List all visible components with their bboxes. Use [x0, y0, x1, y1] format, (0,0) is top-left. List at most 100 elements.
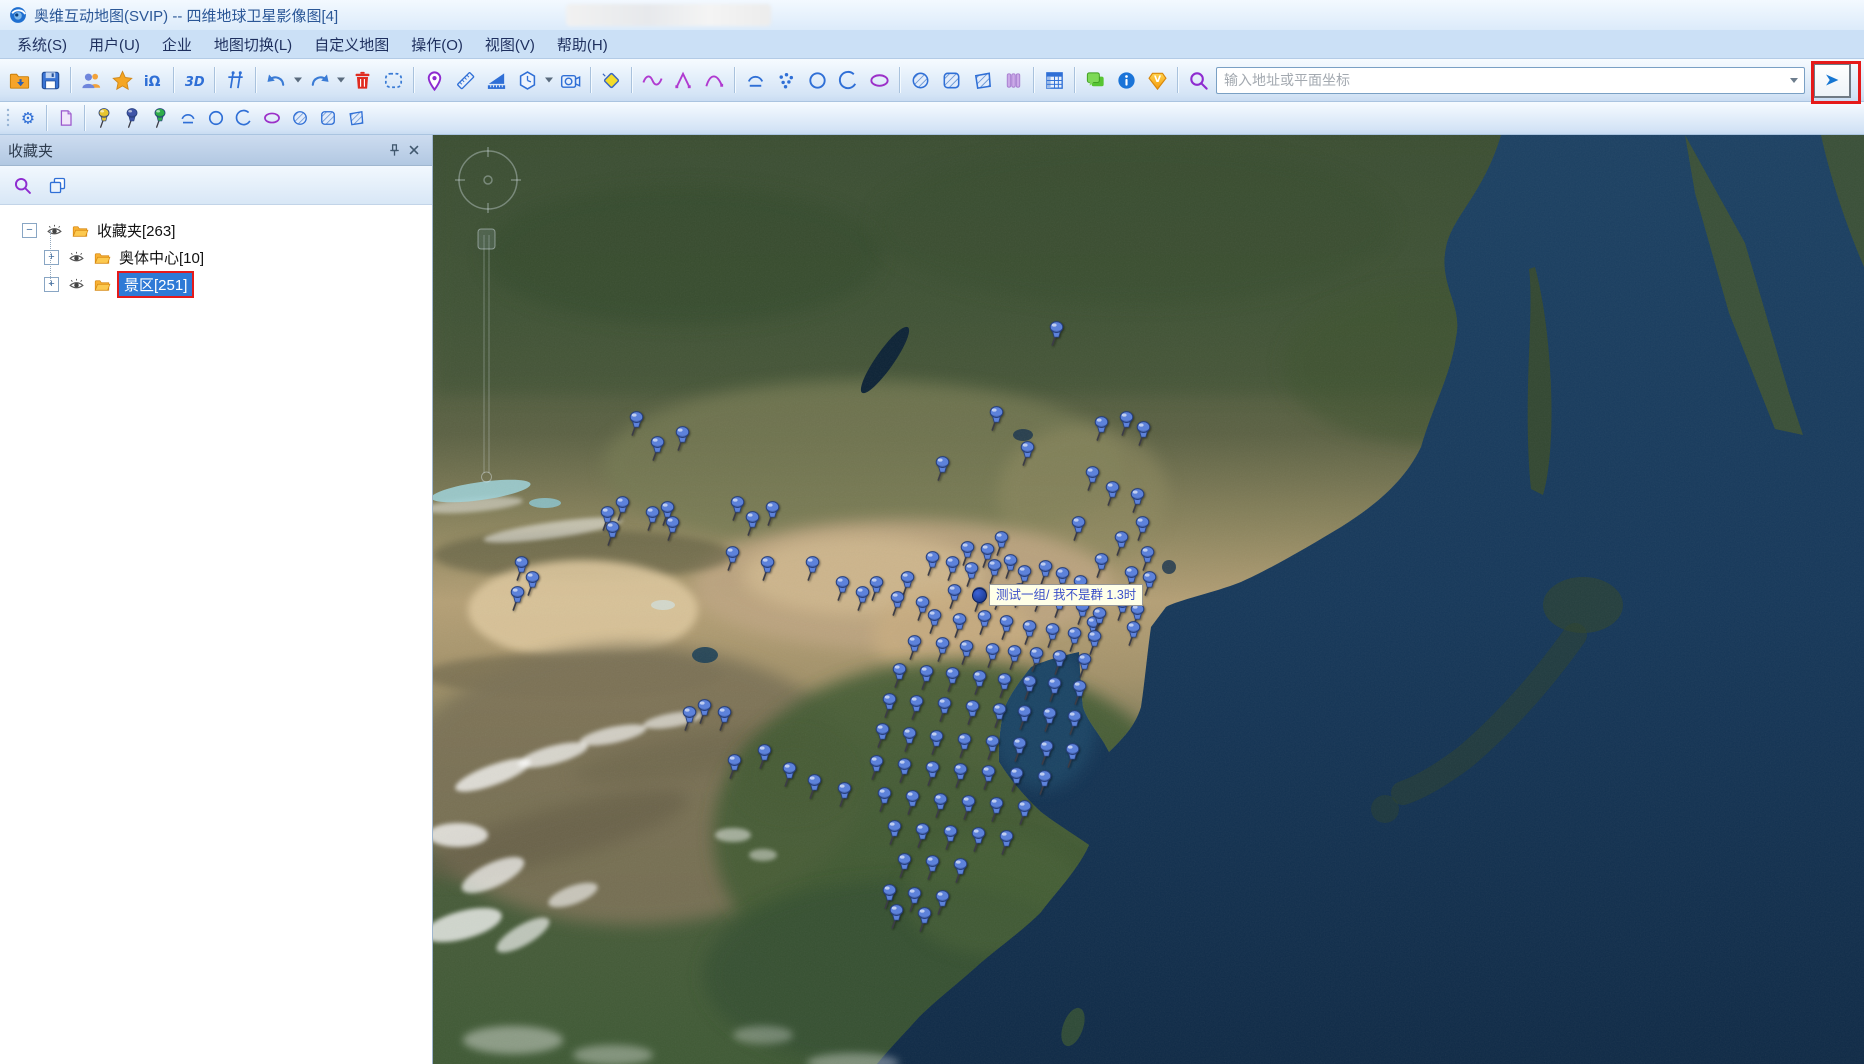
- map-pushpin[interactable]: [1083, 466, 1102, 491]
- map-pushpin[interactable]: [1007, 767, 1026, 792]
- map-pushpin[interactable]: [962, 562, 981, 587]
- map-pushpin[interactable]: [941, 825, 960, 850]
- map-pushpin[interactable]: [969, 827, 988, 852]
- draw-ellipse-button[interactable]: [258, 105, 286, 131]
- map-pushpin[interactable]: [907, 695, 926, 720]
- map-pushpin[interactable]: [1050, 650, 1069, 675]
- map-pushpin[interactable]: [627, 411, 646, 436]
- map-pushpin[interactable]: [888, 591, 907, 616]
- map-pushpin[interactable]: [983, 643, 1002, 668]
- map-pushpin[interactable]: [957, 640, 976, 665]
- map-pushpin[interactable]: [1124, 621, 1143, 646]
- map-pushpin[interactable]: [945, 584, 964, 609]
- map-pushpin[interactable]: [1065, 627, 1084, 652]
- map-pushpin[interactable]: [975, 610, 994, 635]
- toolbar-grip-handle[interactable]: [4, 106, 12, 130]
- map-pushpin[interactable]: [933, 890, 952, 915]
- label-tag-button[interactable]: [596, 65, 627, 95]
- map-pushpin[interactable]: [875, 787, 894, 812]
- tree-row-aoti[interactable]: + 奥体中心[10]: [0, 244, 432, 271]
- draw-arc-button[interactable]: [230, 105, 258, 131]
- map-pushpin[interactable]: [1112, 531, 1131, 556]
- map-pushpin[interactable]: [1047, 321, 1066, 346]
- map-pushpin[interactable]: [758, 556, 777, 581]
- map-pushpin[interactable]: [943, 667, 962, 692]
- map-pushpin[interactable]: [508, 586, 527, 611]
- compass-tool-dropdown[interactable]: [543, 65, 555, 95]
- map-pushpin[interactable]: [979, 765, 998, 790]
- map-pushpin[interactable]: [900, 727, 919, 752]
- map-pushpin[interactable]: [1063, 743, 1082, 768]
- map-pushpin[interactable]: [1045, 677, 1064, 702]
- pins-tool-button[interactable]: [220, 65, 251, 95]
- settings-button[interactable]: [14, 105, 42, 131]
- draw-arc-button[interactable]: [833, 65, 864, 95]
- copy-layers-icon[interactable]: [47, 175, 68, 196]
- visibility-eye-icon[interactable]: [66, 249, 87, 267]
- panel-close-button[interactable]: [404, 140, 424, 160]
- selected-placemark-dot[interactable]: [972, 588, 987, 603]
- new-document-button[interactable]: [52, 105, 80, 131]
- scatter-points-button[interactable]: [771, 65, 802, 95]
- map-viewport[interactable]: 测试一组/ 我不是群 1.3时: [433, 135, 1864, 1064]
- map-pushpin[interactable]: [1015, 800, 1034, 825]
- map-pushpin[interactable]: [603, 521, 622, 546]
- map-pushpin[interactable]: [1092, 553, 1111, 578]
- map-pushpin[interactable]: [867, 576, 886, 601]
- tree-row-root[interactable]: − 收藏夹[263]: [0, 217, 432, 244]
- map-pushpin[interactable]: [1070, 680, 1089, 705]
- save-button[interactable]: [35, 65, 66, 95]
- map-pushpin[interactable]: [997, 615, 1016, 640]
- menu-system[interactable]: 系统(S): [6, 34, 78, 55]
- map-pushpin[interactable]: [1075, 653, 1094, 678]
- map-pushpin[interactable]: [833, 576, 852, 601]
- search-input[interactable]: [1216, 67, 1805, 94]
- menu-operation[interactable]: 操作(O): [400, 34, 474, 55]
- map-pushpin[interactable]: [885, 820, 904, 845]
- map-pushpin[interactable]: [1092, 416, 1111, 441]
- polyline-button[interactable]: [668, 65, 699, 95]
- data-table-button[interactable]: [1039, 65, 1070, 95]
- fill-rect-button[interactable]: [936, 65, 967, 95]
- tree-label[interactable]: 收藏夹[263]: [97, 220, 175, 241]
- delete-button[interactable]: [347, 65, 378, 95]
- map-pushpin[interactable]: [951, 763, 970, 788]
- map-pushpin[interactable]: [780, 762, 799, 787]
- map-pushpin[interactable]: [723, 546, 742, 571]
- map-pushpin[interactable]: [1020, 620, 1039, 645]
- menu-enterprise[interactable]: 企业: [151, 34, 203, 55]
- map-pushpin[interactable]: [963, 700, 982, 725]
- map-pushpin[interactable]: [887, 904, 906, 929]
- map-pushpin[interactable]: [1128, 488, 1147, 513]
- map-pushpin[interactable]: [1090, 607, 1109, 632]
- map-pushpin[interactable]: [1134, 421, 1153, 446]
- menu-user[interactable]: 用户(U): [78, 34, 151, 55]
- visibility-eye-icon[interactable]: [44, 222, 65, 240]
- map-pushpin[interactable]: [933, 456, 952, 481]
- map-pushpin[interactable]: [1018, 441, 1037, 466]
- map-pushpin[interactable]: [1040, 707, 1059, 732]
- location-pin-button[interactable]: [419, 65, 450, 95]
- fill-polygon-button[interactable]: [967, 65, 998, 95]
- svip-button[interactable]: [1142, 65, 1173, 95]
- screenshot-button[interactable]: [555, 65, 586, 95]
- menu-help[interactable]: 帮助(H): [546, 34, 619, 55]
- fill-circle-button[interactable]: [905, 65, 936, 95]
- map-pushpin[interactable]: [725, 754, 744, 779]
- tree-label[interactable]: 奥体中心[10]: [119, 247, 204, 268]
- map-pushpin[interactable]: [803, 556, 822, 581]
- map-pushpin[interactable]: [923, 855, 942, 880]
- map-pushpin[interactable]: [970, 670, 989, 695]
- map-pushpin[interactable]: [943, 556, 962, 581]
- info-button[interactable]: [1111, 65, 1142, 95]
- map-pushpin[interactable]: [990, 703, 1009, 728]
- message-button[interactable]: [1080, 65, 1111, 95]
- map-pushpin[interactable]: [905, 635, 924, 660]
- map-pushpin[interactable]: [1035, 770, 1054, 795]
- map-pushpin[interactable]: [955, 733, 974, 758]
- menu-view[interactable]: 视图(V): [474, 34, 546, 55]
- go-button[interactable]: [1813, 63, 1851, 98]
- map-pushpin[interactable]: [915, 907, 934, 932]
- undo-button[interactable]: [261, 65, 292, 95]
- map-pushpin[interactable]: [867, 755, 886, 780]
